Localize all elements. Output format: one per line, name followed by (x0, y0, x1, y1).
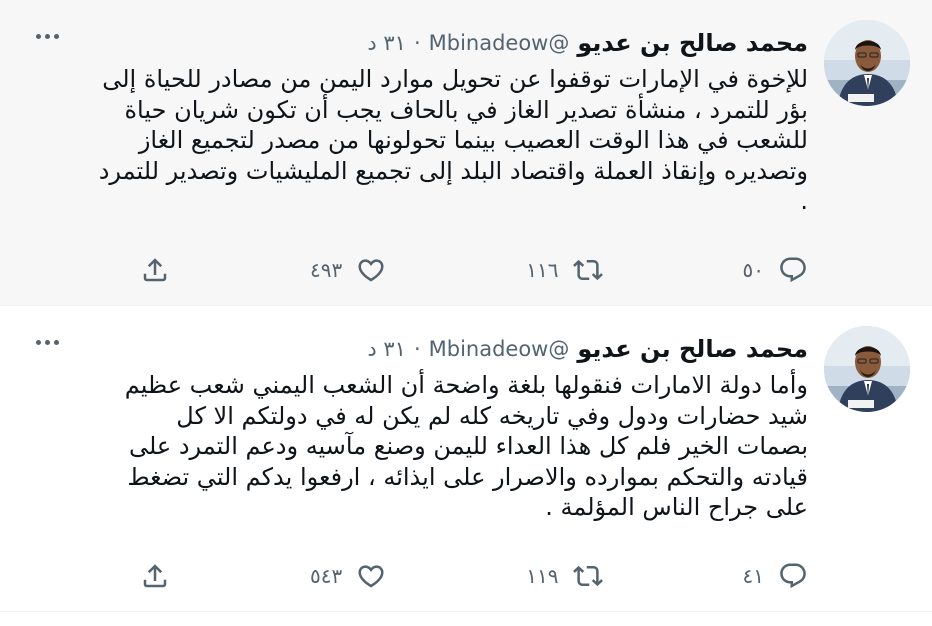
share-button[interactable] (140, 255, 170, 285)
timestamp[interactable]: ٣١ د (367, 31, 406, 55)
avatar[interactable] (824, 326, 910, 412)
heart-icon (358, 259, 384, 282)
retweet-count: ١١٩ (526, 564, 559, 588)
timestamp[interactable]: ٣١ د (367, 337, 406, 361)
reply-count: ٤١ (742, 564, 764, 588)
author-handle[interactable]: @Mbinadeow (429, 31, 570, 55)
tweet-text: للإخوة في الإمارات توقفوا عن تحويل موارد… (98, 65, 808, 215)
heart-icon (358, 565, 384, 588)
tweet-actions: ٤١ ١١٩ ٥٤٣ (140, 556, 808, 596)
retweet-button[interactable]: ١١٦ (526, 255, 603, 285)
retweet-icon (572, 565, 603, 587)
like-count: ٥٤٣ (310, 564, 343, 588)
like-count: ٤٩٣ (310, 258, 343, 282)
reply-icon (780, 257, 806, 283)
reply-count: ٥٠ (742, 258, 764, 282)
more-icon[interactable] (36, 34, 59, 39)
tweet-header: محمد صالح بن عديو @Mbinadeow · ٣١ د (30, 26, 808, 60)
separator-dot: · (413, 31, 421, 55)
more-icon[interactable] (36, 340, 59, 345)
author-name[interactable]: محمد صالح بن عديو (577, 335, 808, 363)
retweet-icon (572, 259, 603, 281)
reply-button[interactable]: ٥٠ (743, 255, 808, 285)
share-icon (143, 564, 167, 588)
tweet[interactable]: محمد صالح بن عديو @Mbinadeow · ٣١ د وأما… (0, 306, 932, 612)
tweet-header: محمد صالح بن عديو @Mbinadeow · ٣١ د (30, 332, 808, 366)
tweet-actions: ٥٠ ١١٦ ٤٩٣ (140, 250, 808, 290)
reply-button[interactable]: ٤١ (743, 561, 808, 591)
tweet-feed: محمد صالح بن عديو @Mbinadeow · ٣١ د للإخ… (0, 0, 932, 612)
reply-icon (780, 563, 806, 589)
share-button[interactable] (140, 561, 170, 591)
like-button[interactable]: ٥٤٣ (310, 561, 386, 591)
share-icon (143, 258, 167, 282)
avatar[interactable] (824, 20, 910, 106)
tweet-text: وأما دولة الامارات فنقولها بلغة واضحة أن… (124, 371, 808, 521)
retweet-count: ١١٦ (526, 258, 559, 282)
like-button[interactable]: ٤٩٣ (310, 255, 386, 285)
author-handle[interactable]: @Mbinadeow (429, 337, 570, 361)
separator-dot: · (413, 337, 421, 361)
retweet-button[interactable]: ١١٩ (526, 561, 603, 591)
author-name[interactable]: محمد صالح بن عديو (577, 29, 808, 57)
tweet[interactable]: محمد صالح بن عديو @Mbinadeow · ٣١ د للإخ… (0, 0, 932, 306)
